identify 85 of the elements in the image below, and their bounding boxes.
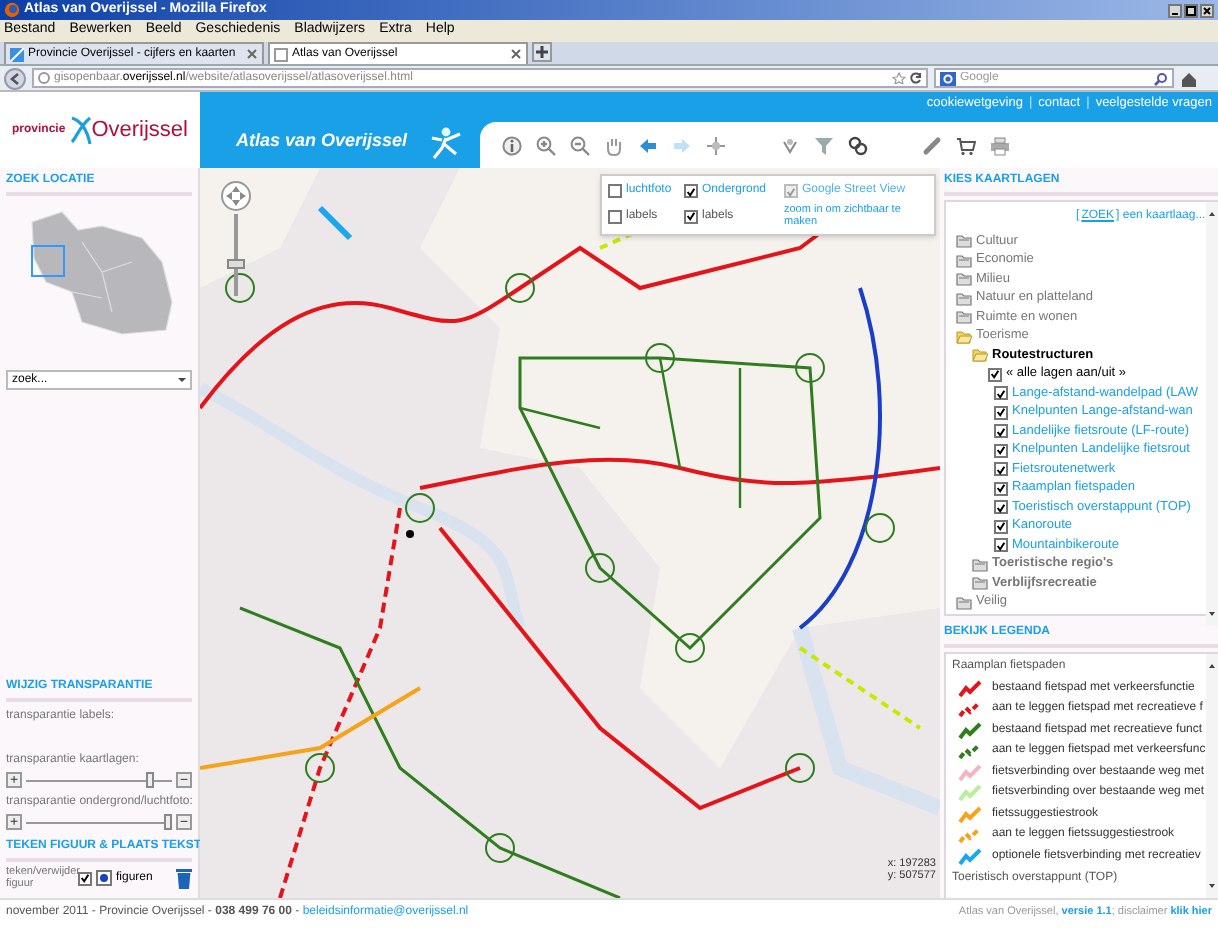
- close-button[interactable]: [1200, 3, 1214, 17]
- select-button[interactable]: [846, 133, 870, 157]
- folder-icon: [956, 272, 972, 287]
- zoom-out-icon: [570, 135, 590, 155]
- chain-icon: [848, 135, 868, 155]
- full-extent-button[interactable]: [704, 133, 728, 157]
- slider-track[interactable]: [26, 814, 172, 830]
- cart-icon: [956, 135, 976, 155]
- trash-icon: [176, 867, 192, 889]
- cart-button[interactable]: [954, 133, 978, 157]
- hand-icon: [604, 135, 624, 155]
- checkbox[interactable]: [684, 184, 698, 198]
- close-icon: [1202, 5, 1212, 15]
- check-icon: [80, 872, 90, 884]
- info-icon: [502, 135, 522, 155]
- logo-text: Overijssel: [91, 115, 188, 146]
- dropdown-caret-icon: [174, 372, 190, 388]
- maximize-icon: [1186, 5, 1196, 15]
- globe-icon: [38, 72, 50, 84]
- slider-thumb[interactable]: [163, 814, 172, 830]
- check-icon: [686, 185, 696, 197]
- map-drawing[interactable]: [200, 168, 940, 898]
- search-icon: [1154, 71, 1168, 85]
- logo-swirl-icon: [67, 114, 92, 146]
- reload-icon: [910, 72, 922, 84]
- maximize-button[interactable]: [1184, 3, 1198, 17]
- folder-icon: [972, 576, 988, 591]
- checkbox[interactable]: [988, 367, 1002, 382]
- radio-button[interactable]: [96, 870, 112, 886]
- printer-icon: [990, 135, 1010, 155]
- checkbox[interactable]: [994, 519, 1008, 534]
- folder-icon: [956, 253, 972, 268]
- funnel-icon: [814, 135, 834, 155]
- close-icon: [246, 48, 258, 60]
- page-icon: [274, 47, 288, 61]
- scrollbar[interactable]: [1205, 202, 1218, 626]
- checkbox[interactable]: [994, 405, 1008, 420]
- new-tab-button[interactable]: [532, 42, 552, 62]
- star-icon: [892, 72, 906, 84]
- slider-thumb[interactable]: [146, 772, 155, 788]
- check-icon: [786, 185, 796, 197]
- page-icon: [10, 47, 24, 61]
- firefox-logo-icon: [4, 2, 20, 18]
- close-icon: [510, 48, 522, 60]
- left-arrow-icon: [638, 135, 658, 155]
- folder-icon: [956, 310, 972, 325]
- checkbox[interactable]: [684, 209, 698, 223]
- zoom-out-button[interactable]: [568, 133, 592, 157]
- home-button[interactable]: [1180, 68, 1200, 88]
- checkbox[interactable]: [608, 209, 622, 223]
- open-folder-icon: [972, 348, 988, 363]
- checkbox[interactable]: [994, 481, 1008, 496]
- right-arrow-icon: [672, 135, 692, 155]
- folder-icon: [956, 291, 972, 306]
- pan-zoom-control[interactable]: [220, 180, 252, 300]
- checkbox[interactable]: [994, 386, 1008, 401]
- plus-icon: [534, 44, 550, 60]
- checkbox[interactable]: [994, 443, 1008, 458]
- slider-track[interactable]: [26, 772, 172, 788]
- folder-icon: [956, 595, 972, 610]
- checkbox[interactable]: [994, 538, 1008, 553]
- print-button[interactable]: [988, 133, 1012, 157]
- previous-extent-button[interactable]: [636, 133, 660, 157]
- crosshair-icon: [706, 135, 726, 155]
- close-tab-button[interactable]: [246, 48, 258, 60]
- folder-icon: [972, 557, 988, 572]
- scrollbar[interactable]: [1205, 654, 1218, 898]
- pan-button[interactable]: [602, 133, 626, 157]
- search-engine-icon: [940, 71, 956, 85]
- zoom-in-icon: [536, 135, 556, 155]
- checkbox[interactable]: [608, 184, 622, 198]
- close-tab-button[interactable]: [510, 48, 522, 60]
- checkbox[interactable]: [994, 424, 1008, 439]
- info-button[interactable]: [500, 133, 524, 157]
- minimize-button[interactable]: [1168, 3, 1182, 17]
- zoom-in-button[interactable]: [534, 133, 558, 157]
- open-folder-icon: [956, 329, 972, 344]
- delete-button[interactable]: [176, 867, 192, 889]
- checkbox[interactable]: [994, 500, 1008, 515]
- app-title: Atlas van Overijssel: [236, 128, 408, 155]
- checkbox[interactable]: [78, 871, 92, 885]
- checkbox[interactable]: [994, 462, 1008, 477]
- back-button[interactable]: [4, 67, 26, 89]
- check-icon: [686, 210, 696, 222]
- folder-icon: [956, 234, 972, 249]
